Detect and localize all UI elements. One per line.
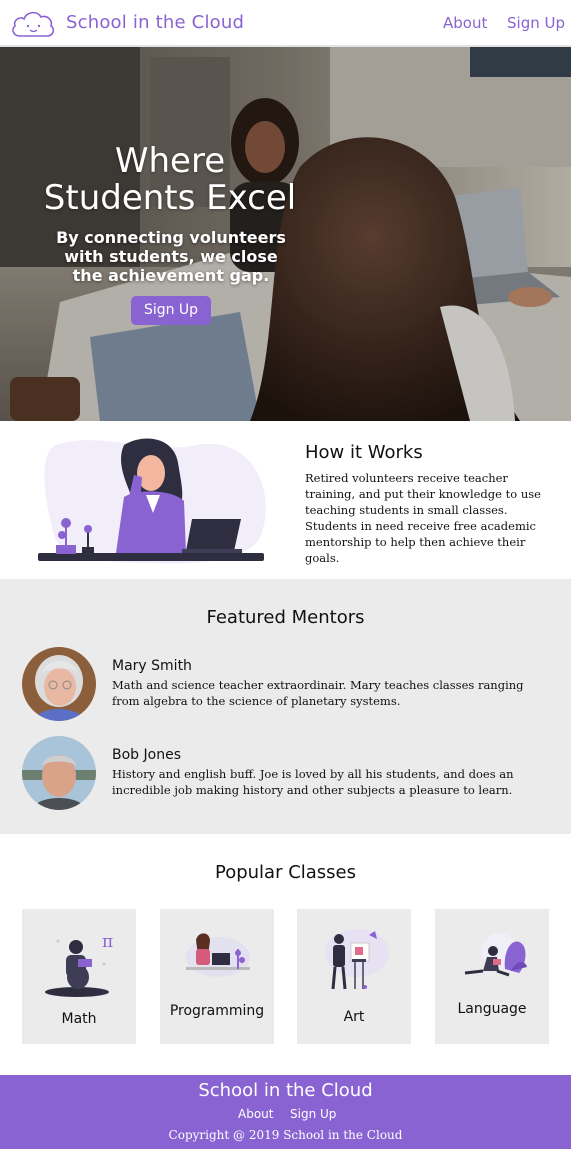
cloud-smile-icon[interactable] [10, 8, 56, 40]
hero-title-line2: Students Excel [43, 178, 297, 218]
teacher-illustration [38, 438, 266, 564]
footer-signup-link[interactable]: Sign Up [290, 1107, 336, 1121]
featured-mentors-section: Featured Mentors Mary Smith Math and sci… [0, 579, 571, 834]
mentor-photo-mary [22, 647, 96, 721]
programming-illustration [186, 933, 250, 977]
class-card-art[interactable]: Art [297, 909, 411, 1044]
featured-mentors-title: Featured Mentors [206, 607, 365, 628]
mentor-bio: Math and science teacher extraordinair. … [112, 678, 524, 708]
mentor-photo-bob [22, 736, 96, 810]
mentor-avatar [22, 647, 96, 721]
language-illustration [464, 933, 527, 977]
nav-about-link[interactable]: About [443, 14, 487, 32]
how-it-works-section: How it Works Retired volunteers receive … [0, 421, 571, 579]
footer-about-link[interactable]: About [238, 1107, 273, 1121]
hero-section: Where Students Excel By connecting volun… [0, 47, 571, 421]
site-header: School in the Cloud About Sign Up [0, 0, 571, 47]
how-it-works-text: Retired volunteers receive teacher train… [305, 471, 541, 565]
class-label: Math [61, 1011, 97, 1027]
footer-brand[interactable]: School in the Cloud [0, 1080, 571, 1101]
brand-name[interactable]: School in the Cloud [66, 12, 244, 33]
class-card-language[interactable]: Language [435, 909, 549, 1044]
footer-copyright: Copyright @ 2019 School in the Cloud [168, 1128, 403, 1142]
hero-subtitle: By connecting volunteers with students, … [56, 228, 286, 285]
class-card-math[interactable]: π Math [22, 909, 136, 1044]
mentor-bio: History and english buff. Joe is loved b… [112, 767, 514, 797]
class-card-programming[interactable]: Programming [160, 909, 274, 1044]
popular-classes-section: Popular Classes π Math Programming Art L… [0, 834, 571, 1075]
hero-title-line1: Where [114, 141, 226, 181]
svg-text:π: π [102, 932, 113, 952]
class-label: Language [457, 1001, 527, 1017]
popular-classes-title: Popular Classes [214, 862, 357, 883]
mentor-avatar [22, 736, 96, 810]
site-footer: School in the Cloud About Sign Up Copyri… [0, 1075, 571, 1149]
how-it-works-title: How it Works [305, 442, 423, 463]
class-label: Programming [169, 1003, 265, 1019]
nav-signup-link[interactable]: Sign Up [507, 14, 565, 32]
mentor-name: Mary Smith [112, 658, 192, 674]
hero-title: Where Students Excel [20, 143, 320, 217]
class-label: Art [343, 1009, 365, 1025]
hero-signup-button[interactable]: Sign Up [131, 296, 211, 325]
mentor-name: Bob Jones [112, 747, 181, 763]
